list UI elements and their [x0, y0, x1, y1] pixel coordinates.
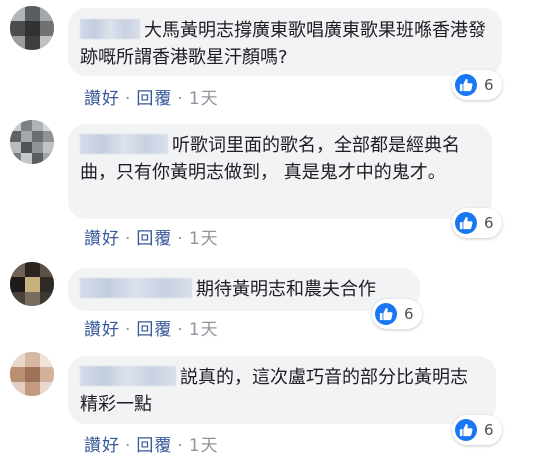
like-thumb-icon — [455, 74, 477, 96]
reaction-count[interactable]: 6 — [372, 299, 422, 329]
separator-dot: · — [125, 89, 132, 109]
like-link[interactable]: 讚好 — [84, 320, 120, 340]
commenter-name-blurred[interactable] — [80, 19, 140, 39]
reaction-number: 6 — [484, 76, 494, 94]
comment-actions: 讚好 · 回覆 · 1天 — [84, 315, 219, 340]
like-link[interactable]: 讚好 — [84, 229, 120, 249]
avatar-image — [10, 120, 54, 164]
comment-bubble: 期待黃明志和農夫合作 — [68, 268, 420, 311]
reply-link[interactable]: 回覆 — [136, 436, 172, 456]
reply-link[interactable]: 回覆 — [136, 89, 172, 109]
reaction-number: 6 — [484, 421, 494, 439]
separator-dot: · — [177, 436, 184, 456]
avatar[interactable] — [10, 262, 54, 306]
separator-dot: · — [177, 229, 184, 249]
avatar[interactable] — [10, 352, 54, 396]
reply-link[interactable]: 回覆 — [136, 229, 172, 249]
reaction-count[interactable]: 6 — [452, 415, 502, 445]
like-thumb-icon — [455, 212, 477, 234]
comment-text: 大馬黃明志撐廣東歌唱廣東歌果班喺香港發跡嘅所謂香港歌星汗顏嗎? — [80, 20, 486, 68]
comment-actions: 讚好 · 回覆 · 1天 — [84, 224, 219, 249]
avatar[interactable] — [10, 6, 54, 50]
commenter-name-blurred[interactable] — [80, 134, 168, 154]
reaction-number: 6 — [404, 305, 414, 323]
avatar[interactable] — [10, 120, 54, 164]
reaction-count[interactable]: 6 — [452, 70, 502, 100]
reaction-number: 6 — [484, 214, 494, 232]
avatar-image — [10, 262, 54, 306]
comment-bubble: 説真的，這次盧巧音的部分比黃明志精彩一點 — [68, 356, 496, 424]
timestamp[interactable]: 1天 — [189, 436, 219, 456]
separator-dot: · — [177, 320, 184, 340]
avatar-image — [10, 352, 54, 396]
commenter-name-blurred[interactable] — [80, 278, 192, 298]
avatar-image — [10, 6, 54, 50]
like-link[interactable]: 讚好 — [84, 89, 120, 109]
reply-link[interactable]: 回覆 — [136, 320, 172, 340]
like-link[interactable]: 讚好 — [84, 436, 120, 456]
commenter-name-blurred[interactable] — [80, 366, 176, 386]
comment-text: 期待黃明志和農夫合作 — [196, 279, 376, 300]
comment-actions: 讚好 · 回覆 · 1天 — [84, 431, 219, 456]
like-thumb-icon — [455, 419, 477, 441]
comment-bubble: 大馬黃明志撐廣東歌唱廣東歌果班喺香港發跡嘅所謂香港歌星汗顏嗎? — [68, 8, 502, 76]
timestamp[interactable]: 1天 — [189, 229, 219, 249]
separator-dot: · — [125, 436, 132, 456]
timestamp[interactable]: 1天 — [189, 320, 219, 340]
reaction-count[interactable]: 6 — [452, 208, 502, 238]
comment-bubble: 听歌词里面的歌名，全部都是經典名曲，只有你黃明志做到， 真是鬼才中的鬼才。 — [68, 124, 492, 219]
timestamp[interactable]: 1天 — [189, 89, 219, 109]
separator-dot: · — [177, 89, 184, 109]
separator-dot: · — [125, 229, 132, 249]
like-thumb-icon — [375, 303, 397, 325]
comment-actions: 讚好 · 回覆 · 1天 — [84, 84, 219, 109]
separator-dot: · — [125, 320, 132, 340]
